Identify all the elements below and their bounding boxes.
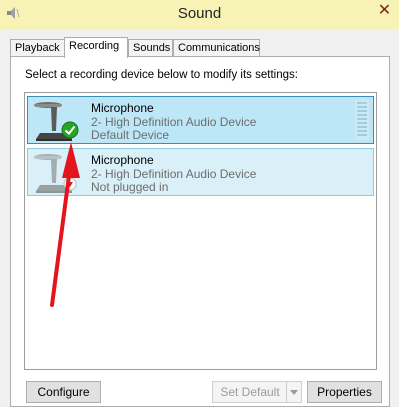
green-checkmark-icon — [61, 121, 79, 139]
device-description: 2- High Definition Audio Device — [91, 115, 257, 129]
set-default-label: Set Default — [220, 385, 280, 399]
device-row-default[interactable]: Microphone 2- High Definition Audio Devi… — [27, 96, 374, 144]
tab-playback[interactable]: Playback — [10, 39, 65, 57]
device-status: Default Device — [91, 128, 170, 142]
device-status: Not plugged in — [91, 180, 169, 194]
tab-recording[interactable]: Recording — [64, 37, 128, 58]
instruction-text: Select a recording device below to modif… — [25, 69, 298, 81]
title-bar: Sound ✕ — [0, 0, 399, 30]
close-button[interactable]: ✕ — [370, 0, 399, 22]
device-name: Microphone — [91, 101, 154, 115]
properties-button[interactable]: Properties — [307, 381, 382, 403]
device-description: 2- High Definition Audio Device — [91, 167, 257, 181]
recording-panel: Select a recording device below to modif… — [10, 56, 390, 407]
device-name: Microphone — [91, 153, 154, 167]
tab-communications[interactable]: Communications — [173, 39, 260, 57]
device-row-unplugged[interactable]: Microphone 2- High Definition Audio Devi… — [27, 148, 374, 196]
tab-sounds[interactable]: Sounds — [128, 39, 173, 57]
configure-button[interactable]: Configure — [26, 381, 101, 403]
window-title: Sound — [177, 5, 222, 22]
red-down-arrow-icon — [63, 177, 77, 191]
set-default-dropdown[interactable] — [286, 382, 301, 402]
level-meter — [355, 100, 369, 140]
set-default-button[interactable]: Set Default — [212, 381, 302, 403]
chevron-down-icon — [290, 390, 298, 395]
device-list[interactable]: Microphone 2- High Definition Audio Devi… — [24, 92, 377, 370]
